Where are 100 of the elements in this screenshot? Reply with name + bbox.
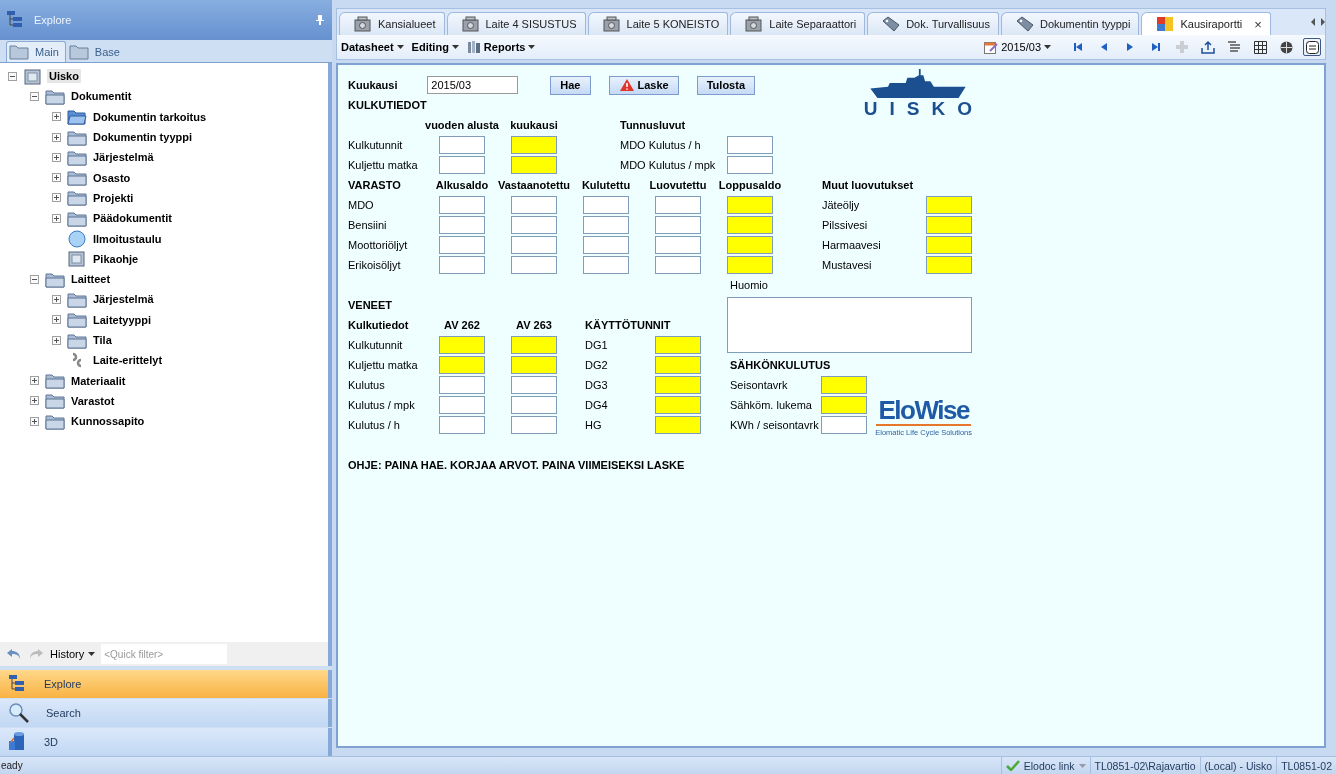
input-field[interactable] <box>727 156 773 174</box>
input-field[interactable] <box>727 236 773 254</box>
input-field[interactable] <box>727 196 773 214</box>
input-field[interactable] <box>439 236 485 254</box>
expand-toggle[interactable] <box>30 416 39 426</box>
scroll-arrows-icon[interactable] <box>1311 18 1325 26</box>
tree-item[interactable]: Uisko <box>47 69 81 84</box>
input-field[interactable] <box>655 236 701 254</box>
tree-item[interactable]: Järjestelmä <box>91 292 156 307</box>
input-field[interactable] <box>439 356 485 374</box>
document-tab[interactable]: Kausiraportti × <box>1141 12 1271 35</box>
input-field[interactable] <box>439 196 485 214</box>
input-field[interactable] <box>511 256 557 274</box>
tree-item[interactable]: Laitetyyppi <box>91 312 154 327</box>
input-field[interactable] <box>926 256 972 274</box>
input-field[interactable] <box>727 256 773 274</box>
input-field[interactable] <box>655 216 701 234</box>
input-field[interactable] <box>439 416 485 434</box>
input-field[interactable] <box>511 416 557 434</box>
input-field[interactable] <box>583 256 629 274</box>
expand-toggle[interactable] <box>8 71 17 81</box>
toolbar-button[interactable] <box>1199 38 1217 56</box>
toolbar-menu[interactable]: Editing <box>411 41 459 53</box>
expand-toggle[interactable] <box>52 213 61 223</box>
input-field[interactable] <box>511 196 557 214</box>
expand-toggle[interactable] <box>30 274 39 284</box>
input-field[interactable] <box>439 156 485 174</box>
history-menu[interactable]: History <box>50 648 96 660</box>
tree-item[interactable]: Päädokumentit <box>91 211 174 226</box>
document-tab[interactable]: Dokumentin tyyppi <box>1000 12 1140 35</box>
input-field[interactable] <box>926 196 972 214</box>
input-field[interactable] <box>655 196 701 214</box>
input-field[interactable] <box>926 236 972 254</box>
expand-toggle[interactable] <box>52 315 61 325</box>
document-tab[interactable]: Kansialueet <box>339 12 445 35</box>
period-dropdown[interactable]: 2015/03 <box>984 40 1051 54</box>
document-tab[interactable]: Dok. Turvallisuus <box>867 12 999 35</box>
nav-button[interactable]: Explore <box>0 670 332 698</box>
input-field[interactable] <box>511 396 557 414</box>
input-field[interactable] <box>820 396 867 414</box>
tree-item[interactable]: Dokumentin tarkoitus <box>91 109 209 124</box>
expand-toggle[interactable] <box>30 396 39 406</box>
input-field[interactable] <box>511 336 557 354</box>
form-button[interactable]: Hae <box>550 75 591 95</box>
input-field[interactable] <box>439 376 485 394</box>
pin-icon[interactable] <box>316 15 324 25</box>
toolbar-menu[interactable]: Reports <box>466 40 536 54</box>
tree-item[interactable]: Materiaalit <box>69 373 128 388</box>
expand-toggle[interactable] <box>52 173 61 183</box>
input-field[interactable] <box>727 216 773 234</box>
input-field[interactable] <box>727 136 773 154</box>
tree-item[interactable]: Tila <box>91 333 114 347</box>
undo-icon[interactable] <box>6 647 22 661</box>
input-field[interactable] <box>511 356 557 374</box>
tree-item[interactable]: Osasto <box>91 170 133 185</box>
input-field[interactable] <box>655 416 701 434</box>
input-field[interactable] <box>655 376 701 394</box>
input-field[interactable] <box>820 416 867 434</box>
input-field[interactable] <box>820 376 867 394</box>
input-field[interactable] <box>511 216 557 234</box>
tree-item[interactable]: Varastot <box>69 393 117 408</box>
input-field[interactable] <box>439 136 485 154</box>
nav-button[interactable]: 3D <box>0 728 332 756</box>
input-field[interactable] <box>439 336 485 354</box>
form-button[interactable]: Tulosta <box>696 75 755 95</box>
input-field[interactable] <box>655 256 701 274</box>
note-field[interactable] <box>727 297 972 353</box>
tree-item[interactable]: Projekti <box>91 190 136 205</box>
expand-toggle[interactable] <box>52 152 61 162</box>
tree-item[interactable]: Dokumentit <box>69 89 134 104</box>
document-tab[interactable]: Laite 5 KONEISTO <box>587 12 729 35</box>
tree-item[interactable]: Laitteet <box>69 272 113 287</box>
month-field[interactable]: 2015/03 <box>427 76 519 94</box>
tree-item[interactable]: Järjestelmä <box>91 150 156 165</box>
form-button[interactable]: Laske <box>608 75 679 95</box>
input-field[interactable] <box>439 256 485 274</box>
input-field[interactable] <box>511 156 557 174</box>
redo-icon[interactable] <box>28 647 44 661</box>
input-field[interactable] <box>655 336 701 354</box>
tree-item[interactable]: Laite-erittelyt <box>91 353 165 368</box>
input-field[interactable] <box>439 216 485 234</box>
input-field[interactable] <box>511 376 557 394</box>
toolbar-button[interactable] <box>1251 38 1269 56</box>
filter-field[interactable]: <Quick filter> <box>101 644 228 664</box>
tree-item[interactable]: Ilmoitustaulu <box>91 231 164 246</box>
expand-toggle[interactable] <box>52 335 61 345</box>
tree-item[interactable]: Pikaohje <box>91 251 141 266</box>
input-field[interactable] <box>655 356 701 374</box>
document-tab[interactable]: Laite Separaattori <box>730 12 866 35</box>
expand-toggle[interactable] <box>52 132 61 142</box>
expand-toggle[interactable] <box>52 112 61 122</box>
tree-item[interactable]: Dokumentin tyyppi <box>91 130 194 145</box>
tree-item[interactable]: Kunnossapito <box>69 414 147 429</box>
input-field[interactable] <box>583 196 629 214</box>
input-field[interactable] <box>655 396 701 414</box>
expand-toggle[interactable] <box>52 193 61 203</box>
input-field[interactable] <box>583 236 629 254</box>
input-field[interactable] <box>511 136 557 154</box>
nav-button[interactable]: Search <box>0 699 332 727</box>
close-icon[interactable]: × <box>1254 16 1262 32</box>
